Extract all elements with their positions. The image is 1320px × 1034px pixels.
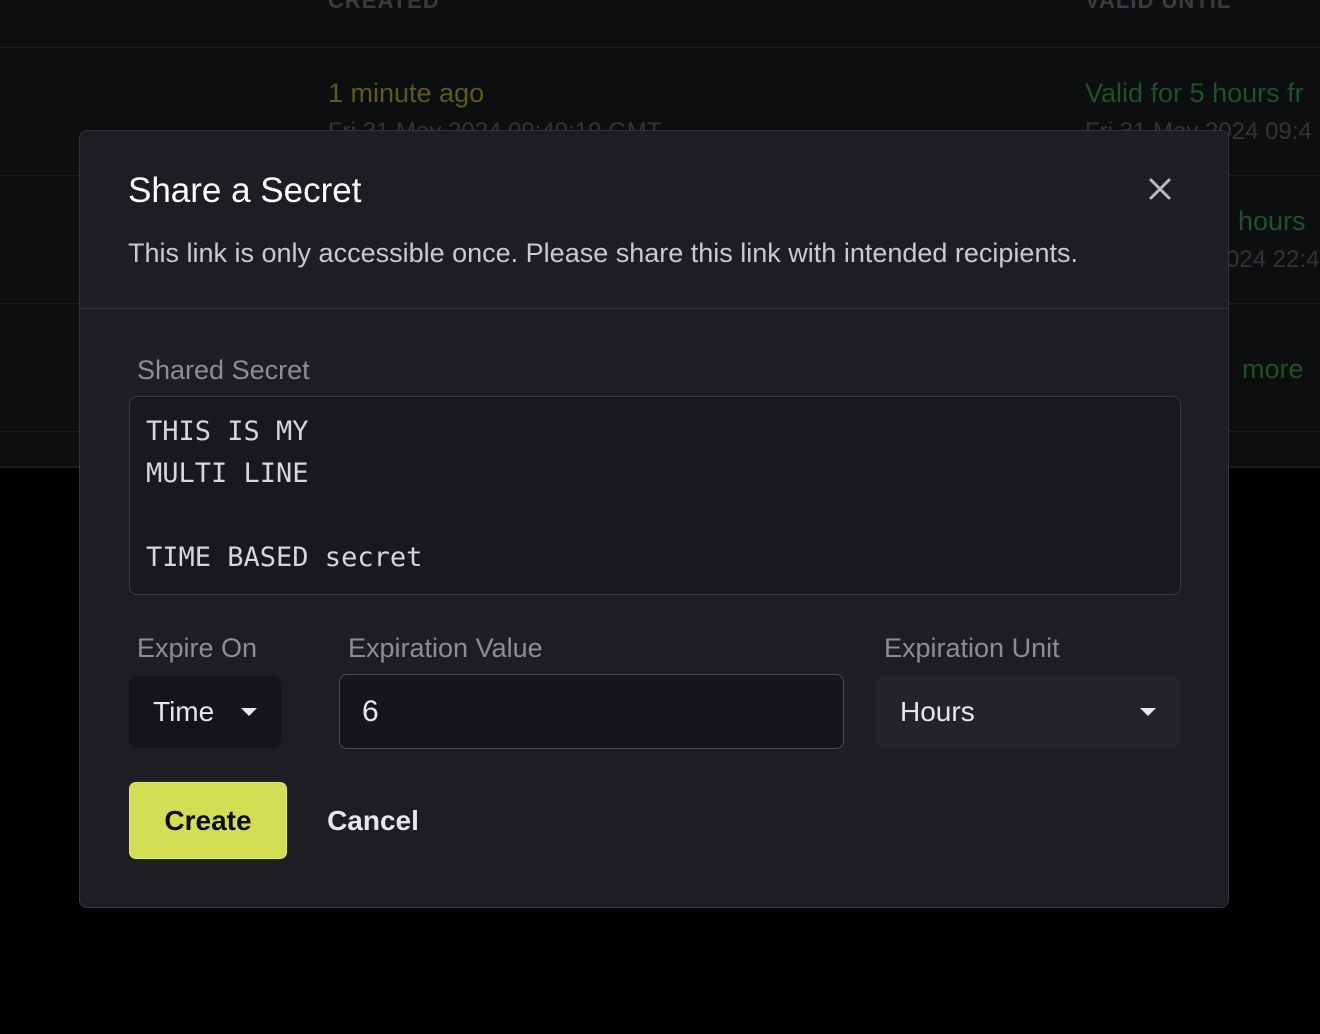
expiration-unit-value: Hours [900,696,975,727]
modal-header: Share a Secret This link is only accessi… [80,131,1228,309]
create-button[interactable]: Create [129,782,287,859]
valid-until-text: Valid for 5 hours fr [1085,78,1304,108]
shared-secret-label: Shared Secret [137,355,310,385]
column-header-created: CREATED [328,0,440,13]
chevron-down-icon [241,708,257,716]
table-header: CREATED VALID UNTIL [0,0,1320,48]
close-button[interactable] [1142,171,1178,207]
expiration-value-label: Expiration Value [348,633,543,663]
share-secret-modal: Share a Secret This link is only accessi… [79,130,1229,908]
expire-on-value: Time [153,696,215,727]
modal-title: Share a Secret [128,171,362,210]
expiration-unit-label: Expiration Unit [884,633,1060,663]
expiration-value-input[interactable] [339,674,844,749]
created-relative: 1 minute ago [328,78,485,108]
valid-until-text: more [1242,354,1304,384]
chevron-down-icon [1140,708,1156,716]
shared-secret-textarea[interactable]: THIS IS MY MULTI LINE TIME BASED secret [129,396,1181,595]
modal-description: This link is only accessible once. Pleas… [128,238,1078,268]
valid-until-date: 024 22:4 [1226,246,1320,273]
valid-until-text: hours [1238,206,1306,236]
expiration-unit-select[interactable]: Hours [876,676,1180,748]
cancel-button[interactable]: Cancel [312,782,434,859]
expire-on-label: Expire On [137,633,258,663]
column-header-valid-until: VALID UNTIL [1085,0,1232,13]
expire-on-select[interactable]: Time [129,676,281,748]
close-icon [1149,178,1171,200]
